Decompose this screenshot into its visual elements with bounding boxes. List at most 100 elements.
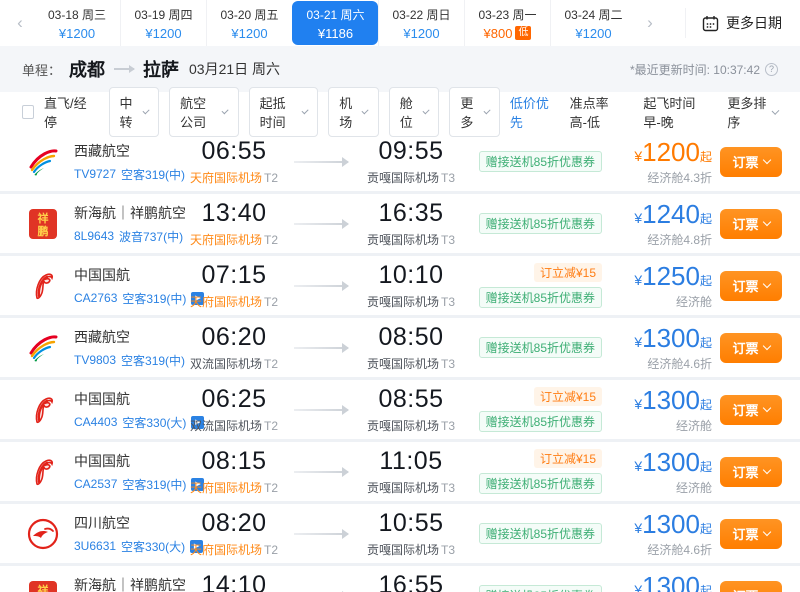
promo-badges: 赠接送机85折优惠券: [470, 337, 614, 358]
date-tab[interactable]: 03-22 周日 ¥1200: [378, 0, 464, 46]
departure-airport: 天府国际机场T2: [178, 169, 290, 186]
date-tab[interactable]: 03-23 周一 ¥800低: [464, 0, 550, 46]
flight-direction-arrow-icon: [294, 409, 348, 411]
airline-logo-airchina: [24, 267, 62, 305]
date-tab[interactable]: 03-18 周三 ¥1200: [34, 0, 120, 46]
filter-dropdown[interactable]: 起抵时间: [249, 87, 319, 137]
arrival-time: 16:35: [352, 199, 470, 228]
tab-date: 03-20 周五: [220, 6, 278, 23]
flight-number: TV9803: [74, 353, 116, 367]
prev-dates-icon[interactable]: ‹: [6, 1, 34, 45]
filter-dropdown[interactable]: 航空公司: [169, 87, 239, 137]
cabin-class: 经济舱4.8折: [614, 231, 712, 248]
chevron-down-icon: [762, 218, 770, 226]
departure-time: 08:15: [178, 447, 290, 476]
calendar-icon: [702, 15, 719, 32]
price-block: ¥1300起 经济舱5.1折: [614, 571, 720, 592]
cabin-class: 经济舱4.3折: [614, 169, 712, 186]
tab-price: ¥1200: [575, 26, 611, 41]
flight-row: 中国国航 CA2537 空客319(中) ▶ 08:15 天府国际机场T2 11…: [0, 442, 800, 501]
filter-dropdown[interactable]: 舱位: [389, 87, 440, 137]
date-tab[interactable]: 03-19 周四 ¥1200: [120, 0, 206, 46]
flight-direction-arrow-icon: [294, 285, 348, 287]
promo-badges: 赠接送机85折优惠券: [470, 151, 614, 172]
airline-block: 四川航空 3U6631 空客330(大) ▶: [0, 513, 178, 555]
coupon-badge: 赠接送机85折优惠券: [479, 411, 602, 432]
tab-price: ¥1200: [59, 26, 95, 41]
book-button[interactable]: 订票: [720, 209, 782, 239]
cabin-class: 经济舱4.6折: [614, 355, 712, 372]
departure-block: 08:15 天府国际机场T2: [178, 447, 290, 496]
sort-option[interactable]: 准点率高-低: [570, 93, 626, 131]
flight-row: 祥鹏 新海航｜祥鹏航空 8L9643 波音737(中) ▶ 13:40 天府国际…: [0, 194, 800, 253]
book-button[interactable]: 订票: [720, 147, 782, 177]
airline-logo-tibet: [24, 143, 62, 181]
chevron-down-icon: [772, 107, 780, 115]
book-button-label: 订票: [732, 524, 758, 543]
promo-badges: 订立减¥15 赠接送机85折优惠券: [470, 387, 614, 432]
filter-dropdown[interactable]: 机场: [328, 87, 379, 137]
book-button[interactable]: 订票: [720, 519, 782, 549]
coupon-badge: 赠接送机85折优惠券: [479, 585, 602, 592]
sort-option-label: 低价优先: [510, 93, 552, 131]
departure-airport: 天府国际机场T2: [178, 541, 290, 558]
book-button[interactable]: 订票: [720, 581, 782, 592]
sort-option[interactable]: 低价优先: [510, 93, 552, 131]
airline-block: 中国国航 CA4403 空客330(大) ▶: [0, 389, 178, 431]
price-block: ¥1250起 经济舱: [614, 261, 720, 310]
svg-text:祥: 祥: [38, 211, 49, 225]
airline-block: 祥鹏 新海航｜祥鹏航空 8L9675 波音737(中) ▶: [0, 575, 178, 592]
sort-option-label: 起飞时间早-晚: [643, 93, 709, 131]
book-button[interactable]: 订票: [720, 333, 782, 363]
airline-block: 中国国航 CA2763 空客319(中) ▶: [0, 265, 178, 307]
price: ¥1300起: [614, 385, 712, 416]
book-button[interactable]: 订票: [720, 395, 782, 425]
price: ¥1240起: [614, 199, 712, 230]
tab-date: 03-18 周三: [48, 6, 106, 23]
arrival-block: 10:55 贡嘎国际机场T3: [352, 509, 470, 558]
flight-list: 西藏航空 TV9727 空客319(中) ▶ 06:55 天府国际机场T2 09…: [0, 132, 800, 592]
filter-dropdown-label: 中转: [120, 93, 137, 131]
price-block: ¥1300起 经济舱: [614, 385, 720, 434]
discount-badge: 订立减¥15: [534, 263, 602, 282]
sort-option[interactable]: 更多排序: [727, 93, 778, 131]
date-tab[interactable]: 03-21 周六 ¥1186: [292, 1, 378, 45]
promo-badges: 赠接送机85折优惠券: [470, 523, 614, 544]
chevron-down-icon: [762, 280, 770, 288]
svg-text:鹏: 鹏: [38, 224, 49, 238]
departure-block: 13:40 天府国际机场T2: [178, 199, 290, 248]
date-tab[interactable]: 03-20 周五 ¥1200: [206, 0, 292, 46]
price: ¥1300起: [614, 571, 712, 592]
flight-info: 8L9643 波音737(中) ▶: [74, 228, 186, 245]
filter-dropdown[interactable]: 中转: [109, 87, 160, 137]
chevron-down-icon: [142, 107, 149, 114]
filter-bar: 直飞/经停 中转 航空公司 起抵时间 机场 舱位 更多 低价优先 准点率高-低 …: [0, 92, 800, 132]
book-button[interactable]: 订票: [720, 271, 782, 301]
filter-dropdown-label: 舱位: [400, 93, 417, 131]
trip-type-label: 单程：: [22, 60, 61, 79]
chevron-down-icon: [222, 107, 229, 114]
departure-block: 06:55 天府国际机场T2: [178, 137, 290, 186]
filter-dropdown[interactable]: 更多: [449, 87, 500, 137]
info-icon[interactable]: ?: [765, 63, 778, 76]
destination-city: 拉萨: [143, 56, 179, 82]
direct-flight-checkbox[interactable]: [22, 105, 34, 119]
flight-row: 中国国航 CA4403 空客330(大) ▶ 06:25 双流国际机场T2 08…: [0, 380, 800, 439]
tab-date: 03-23 周一: [478, 6, 536, 23]
departure-time: 06:55: [178, 137, 290, 166]
chevron-down-icon: [762, 342, 770, 350]
flight-info: TV9727 空客319(中) ▶: [74, 166, 185, 183]
arrival-airport: 贡嘎国际机场T3: [352, 541, 470, 558]
date-tab[interactable]: 03-24 周二 ¥1200: [550, 0, 636, 46]
price: ¥1300起: [614, 447, 712, 478]
price: ¥1250起: [614, 261, 712, 292]
next-dates-icon[interactable]: ›: [636, 1, 664, 45]
flight-row: 祥鹏 新海航｜祥鹏航空 8L9675 波音737(中) ▶ 14:10 天府国际…: [0, 566, 800, 592]
arrival-block: 16:55 贡嘎国际机场T3: [352, 571, 470, 592]
cabin-class: 经济舱4.6折: [614, 541, 712, 558]
date-bar: ‹ 03-18 周三 ¥1200 03-19 周四 ¥1200 03-20 周五…: [0, 0, 800, 46]
book-button[interactable]: 订票: [720, 457, 782, 487]
more-dates-button[interactable]: 更多日期: [685, 8, 794, 38]
book-button-label: 订票: [732, 276, 758, 295]
sort-option[interactable]: 起飞时间早-晚: [643, 93, 709, 131]
